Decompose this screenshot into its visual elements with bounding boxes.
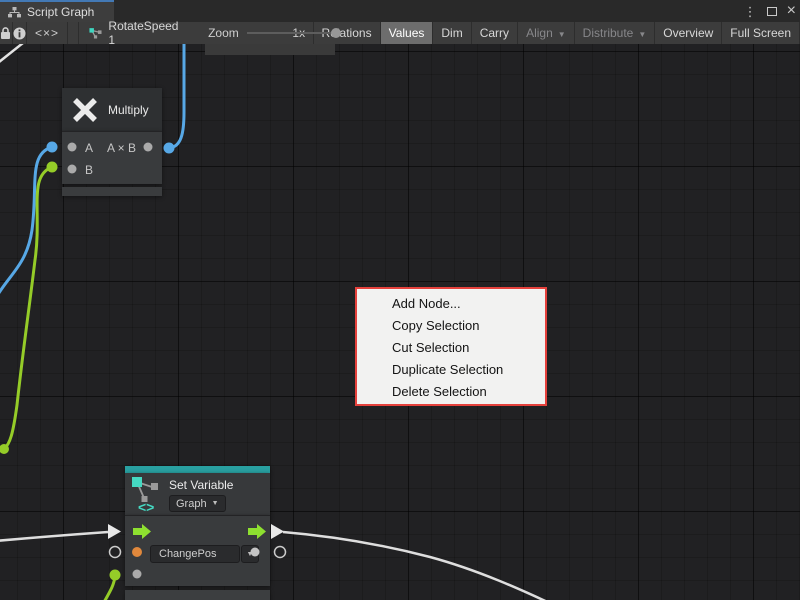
lock-button[interactable] (0, 22, 13, 44)
menu-item-delete-selection[interactable]: Delete Selection (357, 381, 545, 403)
graph-breadcrumb[interactable]: RotateSpeed 1 (78, 22, 190, 44)
align-label: Align (526, 26, 553, 40)
script-graph-window: Script Graph ⋮ × <×> (0, 0, 800, 600)
multiply-port-out-label: A × B (107, 141, 136, 155)
graph-toolbar: <×> RotateSpeed 1 Zoom 1x Relations Valu… (0, 22, 800, 44)
align-caret-icon: ▼ (558, 30, 566, 39)
graph-canvas[interactable]: Multiply A A × B B <> Set Variable Graph… (0, 44, 800, 600)
svg-text:<>: <> (138, 499, 154, 514)
maximize-icon[interactable] (767, 7, 777, 16)
dim-button[interactable]: Dim (433, 22, 471, 44)
menu-item-duplicate-selection[interactable]: Duplicate Selection (357, 359, 545, 381)
distribute-label: Distribute (583, 26, 634, 40)
set-variable-node-header[interactable]: <> Set Variable Graph ▼ (125, 473, 270, 515)
flow-arrow-in-icon[interactable] (108, 524, 121, 539)
wire-blue-up (169, 44, 184, 148)
variable-caret-icon: ▼ (247, 551, 254, 558)
graph-breadcrumb-label: RotateSpeed 1 (108, 19, 180, 47)
set-variable-node-title: Set Variable (169, 478, 233, 492)
inspector-button[interactable] (13, 22, 27, 44)
menu-item-copy-selection[interactable]: Copy Selection (357, 315, 545, 337)
wire-green-endpoint-setvar[interactable] (110, 570, 121, 581)
multiply-icon (70, 95, 100, 125)
values-button[interactable]: Values (381, 22, 434, 44)
wire-blue-left (0, 147, 52, 296)
multiply-port-a-label: A (85, 141, 93, 155)
carry-button[interactable]: Carry (472, 22, 518, 44)
wire-blue-out-endpoint[interactable] (164, 143, 175, 154)
menu-item-add-node[interactable]: Add Node... (357, 293, 545, 315)
flow-arrow-out-icon[interactable] (271, 524, 284, 539)
wire-white-topleft (0, 44, 28, 66)
code-preview-button[interactable]: <×> (27, 22, 68, 44)
variable-name-value: ChangePos (151, 548, 239, 560)
setvar-hollow-port-right-icon[interactable] (275, 547, 286, 558)
set-variable-icon: <> (130, 476, 164, 514)
variable-name-dropdown[interactable]: ChangePos (150, 545, 240, 563)
multiply-node-header[interactable]: Multiply (62, 88, 162, 131)
wire-white-out (283, 532, 556, 600)
variable-scope-value: Graph (176, 498, 207, 510)
info-icon (13, 27, 26, 40)
setvar-hollow-port-left-icon[interactable] (110, 547, 121, 558)
wire-green-bottom (103, 576, 115, 600)
graph-breadcrumb-icon (89, 27, 102, 40)
set-variable-node-body[interactable]: ChangePos ▼ (125, 515, 270, 586)
wire-green-endpoint-top[interactable] (47, 162, 58, 173)
zoom-slider[interactable] (247, 22, 289, 44)
zoom-slider-track[interactable] (247, 32, 341, 34)
window-controls: ⋮ × (744, 0, 796, 22)
window-menu-icon[interactable]: ⋮ (744, 5, 757, 18)
zoom-label: Zoom (208, 22, 239, 44)
variable-name-caret-button[interactable]: ▼ (241, 545, 259, 563)
multiply-node-title: Multiply (108, 103, 149, 117)
set-variable-node-footer (125, 590, 270, 600)
wire-white-in (0, 532, 108, 541)
tab-label: Script Graph (27, 5, 94, 19)
lock-icon (0, 27, 11, 40)
multiply-node-body[interactable]: A A × B B (62, 131, 162, 184)
fullscreen-button[interactable]: Full Screen (722, 22, 800, 44)
wire-green-endpoint-bottom[interactable] (0, 444, 9, 454)
wire-green-left (4, 167, 52, 449)
scope-caret-icon: ▼ (212, 500, 219, 507)
menu-item-cut-selection[interactable]: Cut Selection (357, 337, 545, 359)
zoom-slider-handle[interactable] (331, 28, 341, 38)
multiply-port-b-label: B (85, 163, 93, 177)
set-variable-selection-bar (125, 466, 270, 473)
context-menu: Add Node... Copy Selection Cut Selection… (355, 287, 547, 406)
multiply-node-footer (62, 187, 162, 196)
align-button[interactable]: Align ▼ (518, 22, 575, 44)
offscreen-node-top[interactable] (205, 44, 335, 55)
variable-scope-dropdown[interactable]: Graph ▼ (169, 495, 226, 512)
close-icon[interactable]: × (787, 3, 796, 19)
overview-button[interactable]: Overview (655, 22, 722, 44)
distribute-button[interactable]: Distribute ▼ (575, 22, 656, 44)
script-graph-icon (8, 7, 21, 18)
distribute-caret-icon: ▼ (638, 30, 646, 39)
tab-script-graph[interactable]: Script Graph (0, 0, 114, 22)
wire-blue-endpoint[interactable] (47, 142, 58, 153)
